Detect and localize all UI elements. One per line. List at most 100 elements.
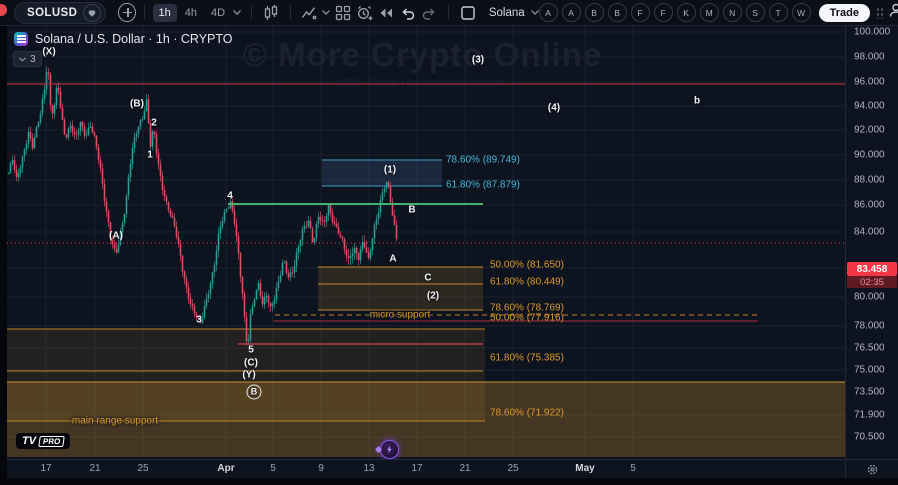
legend-indicator-count: 3	[30, 54, 36, 65]
redo-icon[interactable]	[419, 2, 441, 24]
layout-name: Solana	[489, 7, 525, 19]
micro-support-line-label: micro support	[370, 310, 431, 321]
wave-label: b	[694, 96, 700, 107]
chart-legend-header[interactable]: Solana / U.S. Dollar · 1h · CRYPTO	[14, 32, 233, 46]
wave-label: (3)	[472, 55, 484, 66]
timeframe-group: 1h4h4D	[153, 4, 232, 22]
window-bottom-edge	[0, 478, 898, 485]
timeframe-1h[interactable]: 1h	[153, 4, 177, 22]
wave-label: (A)	[109, 231, 123, 242]
price-tick: 86.000	[854, 200, 885, 211]
gear-icon	[866, 463, 879, 476]
time-tick: 21	[89, 463, 100, 474]
wave-label: 4	[227, 191, 233, 202]
last-price-badge: 83.458	[847, 262, 897, 276]
alert-badge-f[interactable]: F	[631, 3, 650, 22]
watermark-line2: MCO Global | www.mcoglobal.com	[0, 77, 845, 89]
time-tick: Apr	[217, 463, 234, 474]
window-close-dot[interactable]	[0, 4, 7, 16]
wave-label: B	[247, 385, 262, 400]
toolbar-separator	[290, 5, 291, 20]
price-tick: 71.900	[854, 410, 885, 421]
alert-badge-s[interactable]: S	[746, 3, 765, 22]
fib-level-label: 78.60% (71.922)	[490, 408, 564, 419]
legend-collapse-toggle[interactable]: 3	[13, 51, 42, 67]
toolbar-separator	[144, 5, 145, 20]
fib-level-label: 50.00% (77.916)	[490, 313, 564, 324]
time-tick: 13	[363, 463, 374, 474]
alert-badge-m[interactable]: M	[700, 3, 719, 22]
toolbar-separator	[448, 5, 449, 20]
trade-button[interactable]: Trade	[819, 4, 870, 22]
symbol-search-button[interactable]: SOLUSD	[14, 2, 106, 24]
price-tick: 70.500	[854, 432, 885, 443]
price-tick: 80.000	[854, 292, 885, 303]
price-tick: 75.000	[854, 365, 885, 376]
alert-badge-b[interactable]: B	[608, 3, 627, 22]
fib-level-label: 61.80% (80.449)	[490, 277, 564, 288]
indicators-chevron-down-icon[interactable]	[322, 10, 330, 15]
timeframe-4h[interactable]: 4h	[179, 4, 203, 22]
main-range-support-line-label: main range support	[72, 416, 158, 427]
assistant-widget-button[interactable]	[380, 440, 399, 459]
alert-badge-a[interactable]: A	[539, 3, 558, 22]
alert-clock-icon[interactable]	[354, 2, 376, 24]
tradingview-logo[interactable]: TV PRO	[16, 433, 70, 449]
fib-level-label: 78.60% (89.749)	[446, 155, 520, 166]
time-tick: 25	[507, 463, 518, 474]
watchlist-heart-icon[interactable]	[83, 4, 101, 22]
wave-label: 1	[147, 150, 153, 161]
chart-title: Solana / U.S. Dollar · 1h · CRYPTO	[35, 32, 233, 46]
replay-icon[interactable]	[375, 2, 397, 24]
alert-badge-w[interactable]: W	[792, 3, 811, 22]
fib-level-label: 78.60% (78.769)	[490, 303, 564, 314]
wave-label: (2)	[427, 291, 439, 302]
undo-icon[interactable]	[397, 2, 419, 24]
bar-countdown: 02:35	[847, 276, 897, 288]
price-tick: 78.000	[854, 321, 885, 332]
time-tick: 21	[459, 463, 470, 474]
snapshot-square-icon[interactable]	[457, 2, 479, 24]
alert-badge-f[interactable]: F	[654, 3, 673, 22]
layout-select[interactable]: Solana	[489, 7, 539, 19]
alert-badge-n[interactable]: N	[723, 3, 742, 22]
price-tick: 84.000	[854, 227, 885, 238]
wave-label: (C)	[244, 358, 258, 369]
timeframe-4D[interactable]: 4D	[205, 4, 231, 22]
layout-grid-icon[interactable]	[332, 2, 354, 24]
drag-handle-icon[interactable]	[876, 7, 883, 19]
candle-style-icon[interactable]	[260, 2, 282, 24]
time-tick: 5	[270, 463, 276, 474]
pro-badge: PRO	[38, 436, 65, 447]
wave-label: (X)	[42, 47, 55, 58]
alert-badge-t[interactable]: T	[769, 3, 788, 22]
time-tick: 5	[630, 463, 636, 474]
alert-badge-k[interactable]: K	[677, 3, 696, 22]
fib-level-label: 50.00% (81.650)	[490, 260, 564, 271]
wave-label: (4)	[548, 103, 560, 114]
alert-badge-a[interactable]: A	[562, 3, 581, 22]
indicators-icon[interactable]	[299, 2, 321, 24]
time-tick: 9	[318, 463, 324, 474]
wave-label: (1)	[384, 165, 396, 176]
fib-level-label: 61.80% (87.879)	[446, 180, 520, 191]
add-symbol-button[interactable]	[118, 3, 135, 22]
price-tick: 73.500	[854, 387, 885, 398]
time-tick: 17	[40, 463, 51, 474]
price-tick: 90.000	[854, 150, 885, 161]
price-axis[interactable]: 83.458 02:35 100.00098.00096.00094.00092…	[845, 26, 898, 459]
time-tick: May	[575, 463, 594, 474]
axis-settings-corner[interactable]	[845, 459, 898, 478]
alert-badge-b[interactable]: B	[585, 3, 604, 22]
timeframe-chevron-down-icon[interactable]	[233, 10, 241, 15]
wave-label: A	[389, 254, 396, 265]
price-tick: 96.000	[854, 77, 885, 88]
wave-label: C	[424, 273, 431, 284]
price-tick: 98.000	[854, 52, 885, 63]
sparkle-icon	[375, 446, 382, 453]
time-axis[interactable]: 172125Apr5913172125May5	[0, 459, 845, 478]
user-profile-icon[interactable]: 1	[887, 1, 898, 24]
chart-canvas[interactable]	[0, 0, 898, 485]
top-toolbar: SOLUSD 1h4h4D	[0, 0, 898, 26]
time-tick: 25	[137, 463, 148, 474]
